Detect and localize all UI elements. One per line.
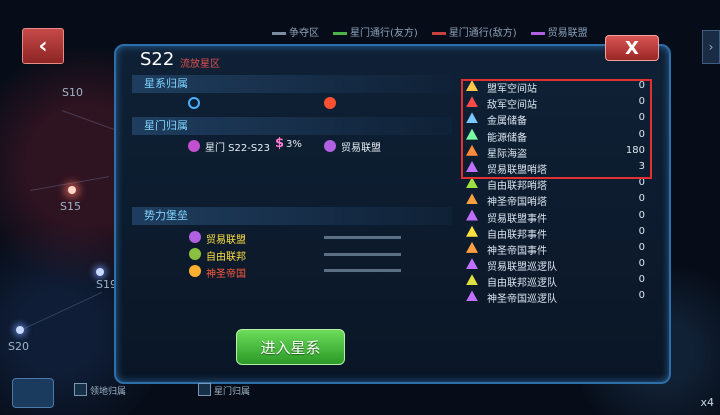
stat-row: 神圣帝国事件 0 (460, 240, 655, 257)
stat-row: 贸易联盟事件 0 (460, 208, 655, 225)
fortress-trade: 贸易联盟 (206, 235, 246, 246)
fortress-trade-bar (324, 236, 401, 239)
trade-event-icon (466, 209, 478, 221)
fortress-holy-bar (324, 269, 401, 272)
free-federation-icon (189, 248, 201, 260)
stat-value: 0 (638, 193, 645, 205)
stat-row: 自由联邦巡逻队 0 (460, 272, 655, 290)
stat-row: 神圣帝国哨塔 0 (460, 191, 655, 209)
back-button[interactable]: ‹ (22, 28, 64, 64)
close-button[interactable]: X (605, 35, 659, 61)
highlight-box (461, 79, 652, 179)
legend-contested: 争夺区 (272, 24, 319, 39)
legend-trade-alliance: 贸易联盟 (530, 24, 588, 39)
enemy-faction-icon (324, 97, 336, 109)
side-expand-button[interactable]: › (702, 30, 720, 64)
stat-label: 贸易联盟巡逻队 (487, 262, 557, 274)
territory-checkbox[interactable] (74, 383, 87, 396)
map-label-s20: S20 (8, 340, 29, 353)
star-s19[interactable] (96, 268, 104, 276)
gate-name: 星门 S22-S23 (205, 143, 270, 154)
stat-row: 贸易联盟巡逻队 0 (460, 256, 655, 274)
stat-value: 0 (638, 258, 645, 270)
ally-faction-icon (188, 97, 200, 109)
gate-checkbox[interactable] (198, 383, 211, 396)
sector-title: S22 (140, 49, 175, 70)
section-faction-fortress: 势力堡垒 (132, 207, 452, 225)
stat-label: 神圣帝国巡逻队 (487, 294, 557, 306)
free-event-icon (466, 225, 478, 237)
trade-alliance-icon (324, 140, 336, 152)
holy-patrol-icon (466, 290, 478, 302)
stargate-icon (188, 140, 200, 152)
legend-gate-friendly: 星门通行(友方) (333, 24, 418, 39)
section-system-ownership: 星系归属 (132, 75, 452, 93)
chevron-right-icon: › (708, 40, 714, 54)
star-s15[interactable] (68, 186, 76, 194)
stat-label: 神圣帝国事件 (487, 245, 547, 257)
chevron-left-icon: ‹ (38, 33, 48, 59)
map-label-s10: S10 (62, 86, 83, 99)
stat-value: 0 (638, 225, 645, 237)
stat-row: 自由联邦事件 0 (460, 224, 655, 241)
enter-system-button[interactable]: 进入星系 (236, 329, 345, 365)
fortress-free: 自由联邦 (206, 252, 246, 263)
stat-label: 神圣帝国哨塔 (487, 197, 547, 209)
legend-gate-enemy: 星门通行(敌方) (431, 24, 517, 39)
territory-label: 领地归属 (90, 387, 127, 397)
holy-event-icon (466, 241, 478, 253)
zoom-level: x4 (700, 396, 714, 409)
top-legend: 争夺区 星门通行(友方) 星门通行(敌方) 贸易联盟 (272, 24, 588, 39)
gate-tax: 3% (286, 139, 302, 150)
stat-value: 0 (638, 274, 645, 286)
section-gate-ownership: 星门归属 (132, 117, 452, 135)
holy-empire-icon (189, 265, 201, 277)
stat-value: 0 (638, 209, 645, 221)
fortress-free-bar (324, 253, 401, 256)
gate-label: 星门归属 (214, 387, 251, 397)
stat-label: 贸易联盟事件 (487, 213, 547, 225)
star-s20[interactable] (16, 326, 24, 334)
fortress-holy: 神圣帝国 (206, 269, 246, 280)
stat-row: 神圣帝国巡逻队 0 (460, 288, 655, 306)
stat-value: 0 (638, 241, 645, 253)
stat-label: 自由联邦哨塔 (487, 181, 547, 193)
stat-label: 自由联邦巡逻队 (487, 278, 557, 290)
map-mode-button[interactable] (12, 378, 54, 408)
holy-tower-icon (466, 193, 478, 205)
tax-icon: $ (275, 136, 285, 151)
free-patrol-icon (466, 274, 478, 286)
stat-label: 自由联邦事件 (487, 229, 547, 241)
trade-patrol-icon (466, 258, 478, 270)
stat-value: 0 (638, 290, 645, 302)
map-label-s15: S15 (60, 200, 81, 213)
sector-subtitle: 流放星区 (180, 59, 220, 70)
gate-owner: 贸易联盟 (341, 143, 381, 154)
trade-alliance-icon (189, 231, 201, 243)
